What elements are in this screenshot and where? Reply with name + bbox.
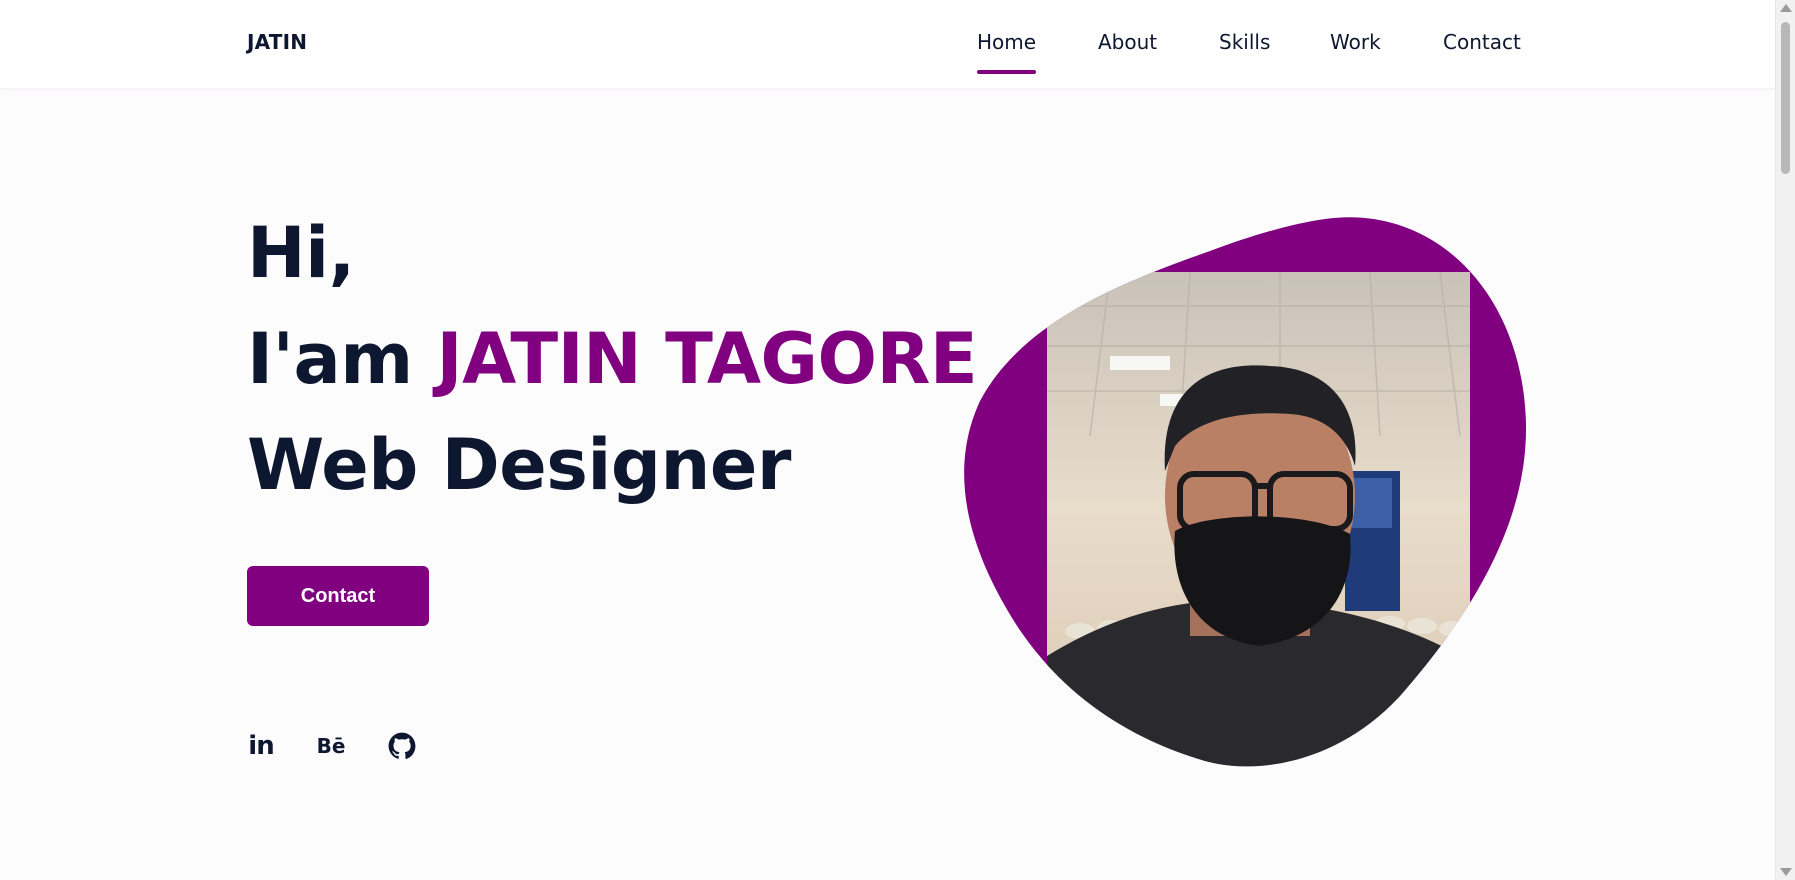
github-icon[interactable]: [386, 730, 418, 762]
hero-intro-prefix: I'am: [247, 318, 413, 400]
scroll-down-icon[interactable]: [1780, 868, 1792, 876]
page-scrollbar[interactable]: [1775, 0, 1795, 880]
behance-icon[interactable]: Bē: [315, 730, 347, 762]
behance-glyph: Bē: [316, 734, 346, 758]
scroll-up-icon[interactable]: [1780, 4, 1792, 12]
site-header: JATIN Home About Skills Work Contact: [0, 0, 1776, 88]
linkedin-icon[interactable]: in: [245, 730, 277, 762]
nav-work[interactable]: Work: [1330, 30, 1381, 54]
hero-name: JATIN TAGORE: [436, 318, 978, 400]
scroll-thumb[interactable]: [1781, 22, 1790, 174]
github-mark: [388, 732, 416, 759]
profile-photo: [964, 217, 1527, 767]
contact-button[interactable]: Contact: [247, 566, 429, 626]
nav-skills[interactable]: Skills: [1219, 30, 1270, 54]
hero-intro: I'am JATIN TAGORE: [247, 324, 978, 394]
hero-greeting: Hi,: [247, 212, 355, 294]
nav-about[interactable]: About: [1098, 30, 1157, 54]
nav-contact[interactable]: Contact: [1443, 30, 1521, 54]
hero-role: Web Designer: [247, 424, 791, 506]
site-logo[interactable]: JATIN: [247, 30, 307, 54]
nav-home[interactable]: Home: [977, 30, 1037, 74]
linkedin-glyph: in: [248, 731, 274, 761]
profile-blob: [960, 216, 1530, 771]
